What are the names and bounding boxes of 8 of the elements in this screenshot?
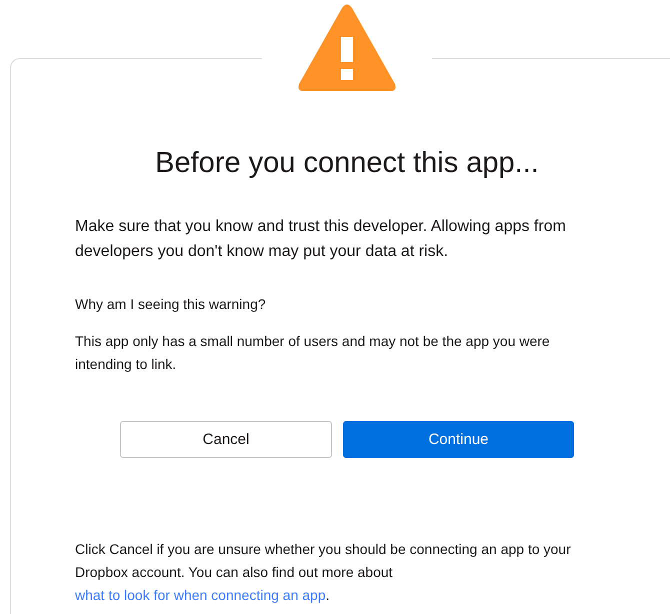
why-explanation: This app only has a small number of users and may not be the app you were intending to link. (75, 332, 551, 374)
why-heading: Why am I seeing this warning? (75, 295, 267, 314)
continue-button[interactable]: Continue (343, 421, 574, 458)
dialog-title: Before you connect this app... (154, 146, 540, 180)
footer-text: Click Cancel if you are unsure whether you should be connecting an app to your Dropbox account. You can also find out more about what to look for when connecting an app. (75, 540, 572, 605)
cancel-button[interactable]: Cancel (120, 421, 332, 458)
help-link[interactable]: what to look for when connecting an app (75, 587, 326, 603)
warning-message: Make sure that you know and trust this developer. Allowing apps from developers you don't know may put your data at risk. (75, 217, 567, 262)
